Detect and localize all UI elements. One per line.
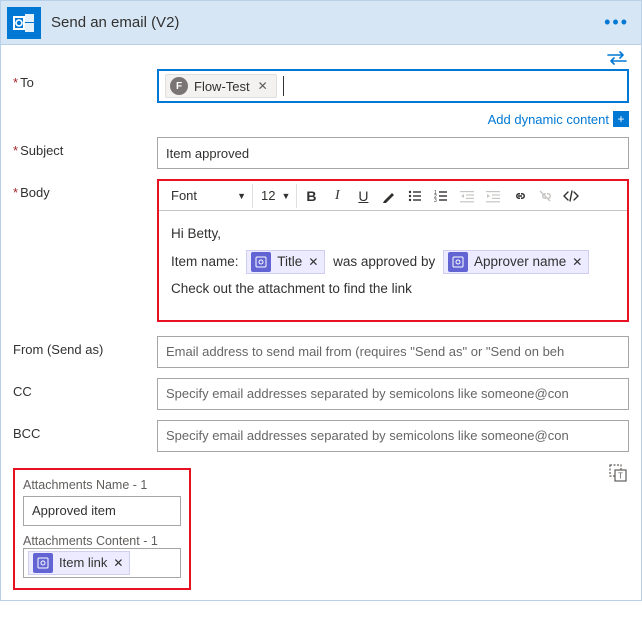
dynamic-token-item-link[interactable]: Item link ✕ [28,551,130,575]
more-menu-button[interactable]: ••• [604,12,629,33]
from-input[interactable] [157,336,629,368]
bcc-input[interactable] [157,420,629,452]
cc-label: CC [13,378,157,399]
outdent-button[interactable] [455,184,479,208]
remove-token-button[interactable]: ✕ [113,556,123,570]
recipient-chip[interactable]: F Flow-Test ✕ [165,74,277,98]
attachment-content-input[interactable]: Item link ✕ [23,548,181,578]
code-view-button[interactable] [559,184,583,208]
remove-recipient-button[interactable]: ✕ [256,79,270,93]
underline-button[interactable]: U [351,184,375,208]
from-label: From (Send as) [13,336,157,357]
subject-label: *Subject [13,137,157,158]
body-label: *Body [13,179,157,200]
bold-button[interactable]: B [299,184,323,208]
font-size-select[interactable]: 12▼ [255,184,297,208]
swap-icon[interactable] [607,51,627,65]
attachment-name-input[interactable]: Approved item [23,496,181,526]
to-label: *To [13,69,157,90]
remove-token-button[interactable]: ✕ [572,251,582,274]
card-title: Send an email (V2) [51,14,604,31]
body-line-2: Item name: Title ✕ was approved by [171,249,615,275]
flow-icon [33,553,53,573]
card-header: Send an email (V2) ••• [1,1,641,45]
bullet-list-button[interactable] [403,184,427,208]
link-button[interactable] [507,184,531,208]
add-dynamic-content-link[interactable]: Add dynamic content + [488,111,629,127]
to-input[interactable]: F Flow-Test ✕ [157,69,629,103]
italic-button[interactable]: I [325,184,349,208]
editor-toolbar: Font▼ 12▼ B I U [159,181,627,211]
bcc-label: BCC [13,420,157,441]
attachment-name-label: Attachments Name - 1 [23,478,181,492]
flow-icon [448,252,468,272]
subject-input[interactable] [157,137,629,169]
plus-icon: + [613,111,629,127]
font-family-select[interactable]: Font▼ [165,184,253,208]
svg-text:T: T [618,471,623,480]
indent-button[interactable] [481,184,505,208]
dynamic-token-title[interactable]: Title ✕ [246,250,325,274]
unlink-button[interactable] [533,184,557,208]
attachments-section: Attachments Name - 1 Approved item Attac… [13,468,191,590]
svg-text:3: 3 [434,198,437,203]
attachment-content-label: Attachments Content - 1 [23,534,181,548]
number-list-button[interactable]: 1 2 3 [429,184,453,208]
body-editor: Font▼ 12▼ B I U [157,179,629,322]
flow-icon [251,252,271,272]
body-line-3: Check out the attachment to find the lin… [171,276,615,302]
outlook-icon [7,7,41,39]
cc-input[interactable] [157,378,629,410]
recipient-chip-label: Flow-Test [194,79,250,94]
dynamic-token-approver[interactable]: Approver name ✕ [443,250,589,274]
avatar: F [170,77,188,95]
switch-to-array-button[interactable]: T [609,464,627,482]
highlight-button[interactable] [377,184,401,208]
remove-token-button[interactable]: ✕ [308,251,318,274]
body-line-1: Hi Betty, [171,221,615,247]
text-caret [283,76,284,96]
body-content[interactable]: Hi Betty, Item name: Title ✕ was approve… [159,211,627,320]
action-card: Send an email (V2) ••• *To F Flow-Test ✕ [0,0,642,601]
